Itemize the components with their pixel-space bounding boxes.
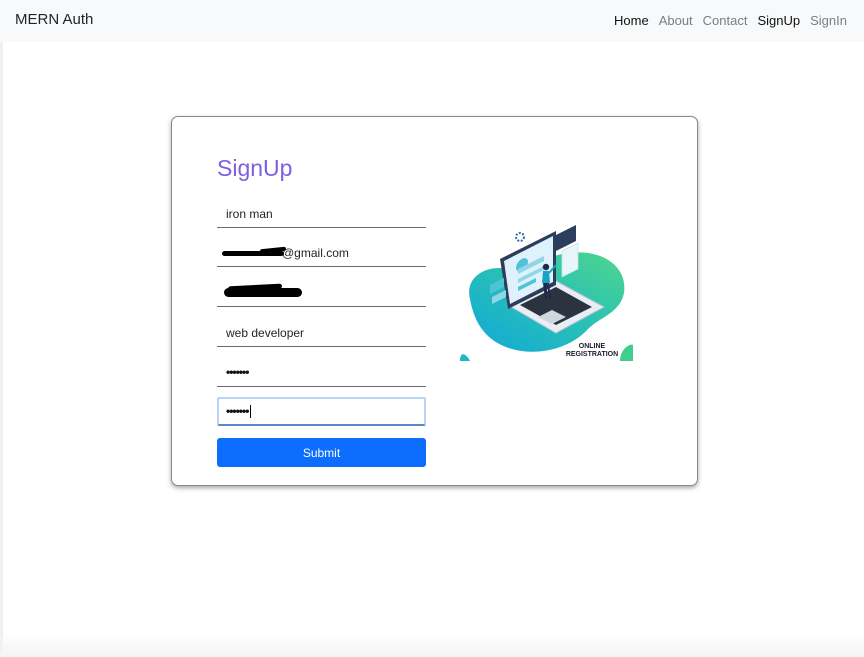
bottom-shade: [0, 633, 864, 657]
text-caret: [250, 405, 252, 419]
nav-signup[interactable]: SignUp: [757, 13, 800, 28]
work-value: web developer: [226, 326, 305, 340]
page-left-edge: [0, 42, 3, 657]
confirm-password-dots: •••••••: [226, 404, 249, 418]
caption-line-1: ONLINE: [578, 343, 606, 350]
nav-about[interactable]: About: [659, 13, 693, 28]
submit-button[interactable]: Submit: [217, 438, 426, 467]
nav-signin[interactable]: SignIn: [810, 13, 847, 28]
online-registration-illustration: ONLINE REGISTRATION: [460, 225, 636, 370]
brand-link[interactable]: MERN Auth: [15, 11, 93, 28]
caption-line-2: REGISTRATION: [565, 351, 619, 358]
email-value: @gmail.com: [282, 246, 349, 260]
confirm-password-value: •••••••: [226, 404, 252, 419]
illustration-caption: ONLINE REGISTRATION: [560, 343, 624, 359]
password-value: •••••••: [226, 365, 249, 379]
name-value: iron man: [226, 207, 273, 221]
signup-card: SignUp iron man @gmail.com web developer…: [171, 116, 698, 486]
navbar: MERN Auth Home About Contact SignUp Sign…: [0, 0, 864, 42]
nav-home[interactable]: Home: [614, 13, 649, 28]
nav-links: Home About Contact SignUp SignIn: [604, 13, 847, 28]
form-title: SignUp: [217, 155, 293, 181]
nav-contact[interactable]: Contact: [703, 13, 748, 28]
